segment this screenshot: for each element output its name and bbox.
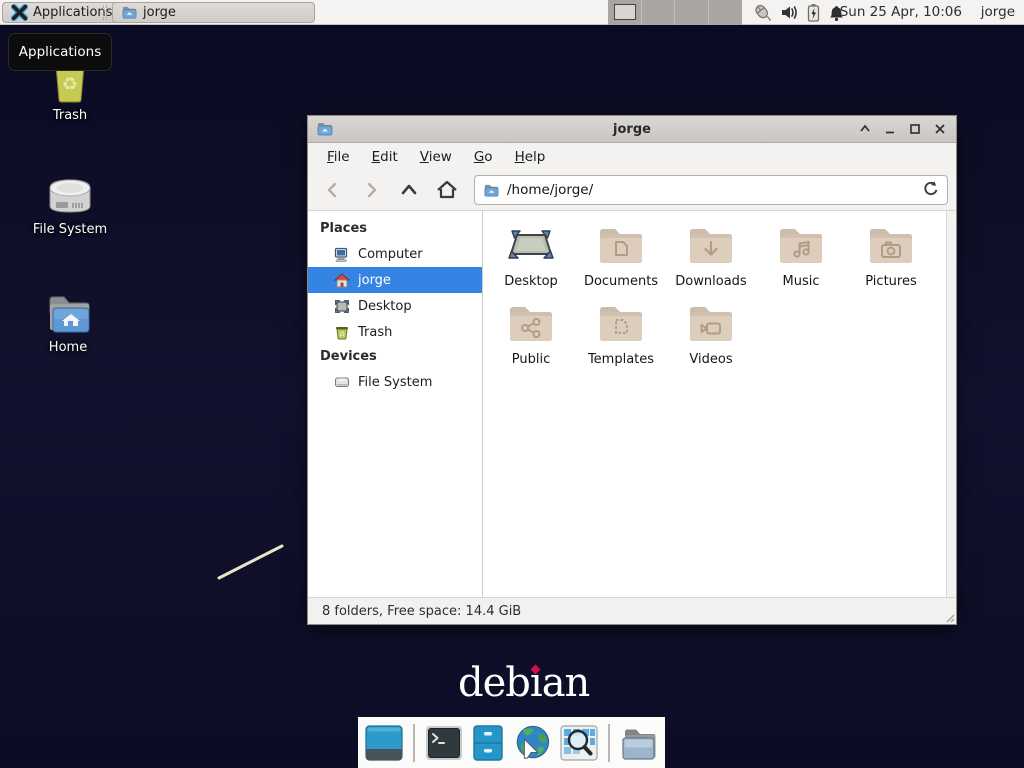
harddrive-icon xyxy=(22,174,118,218)
desktop-icon-file-system[interactable]: File System xyxy=(22,174,118,237)
statusbar-text: 8 folders, Free space: 14.4 GiB xyxy=(322,604,521,619)
desktop-folder-icon xyxy=(507,225,555,265)
home-button[interactable] xyxy=(430,175,464,205)
menu-view[interactable]: View xyxy=(411,146,461,168)
file-pictures[interactable]: Pictures xyxy=(849,225,933,289)
vertical-scrollbar[interactable] xyxy=(946,211,956,597)
file-icon-view[interactable]: Desktop Documents xyxy=(483,211,956,597)
folder-icon xyxy=(121,5,138,20)
workspace-switcher xyxy=(608,0,742,25)
file-manager-window: jorge File Edit View Go Help xyxy=(307,115,957,625)
path-input[interactable]: /home/jorge/ xyxy=(507,182,915,198)
desktop-place-icon xyxy=(334,299,350,314)
show-desktop-icon[interactable] xyxy=(364,723,404,763)
menu-help[interactable]: Help xyxy=(506,146,555,168)
taskbar-window-label: jorge xyxy=(143,5,176,20)
applications-menu-label: Applications xyxy=(33,5,112,20)
videos-folder-icon xyxy=(687,303,735,343)
home-folder-icon xyxy=(20,292,116,336)
templates-folder-icon xyxy=(597,303,645,343)
menubar: File Edit View Go Help xyxy=(308,143,956,170)
menu-edit[interactable]: Edit xyxy=(363,146,407,168)
directory-menu-icon[interactable] xyxy=(619,723,659,763)
file-videos[interactable]: Videos xyxy=(669,303,753,367)
svg-text:♻: ♻ xyxy=(62,74,78,95)
sidebar-places-header: Places xyxy=(308,217,482,241)
sidebar-devices-header: Devices xyxy=(308,345,482,369)
battery-charging-icon[interactable] xyxy=(807,3,820,22)
file-downloads[interactable]: Downloads xyxy=(669,225,753,289)
file-music[interactable]: Music xyxy=(759,225,843,289)
sidebar-item-jorge[interactable]: jorge xyxy=(308,267,482,293)
desktop-icon-home[interactable]: Home xyxy=(20,292,116,355)
sidebar-item-trash[interactable]: ♻ Trash xyxy=(308,319,482,345)
desktop-icon-label: Home xyxy=(20,340,116,355)
reload-button[interactable] xyxy=(922,180,939,201)
home-icon xyxy=(334,273,350,288)
computer-icon xyxy=(334,247,350,262)
system-tray xyxy=(752,0,845,25)
drive-icon xyxy=(334,375,350,389)
toolbar: /home/jorge/ xyxy=(308,170,956,211)
sidebar-item-desktop[interactable]: Desktop xyxy=(308,293,482,319)
up-button[interactable] xyxy=(392,175,426,205)
bottom-dock xyxy=(358,717,665,768)
trash-small-icon: ♻ xyxy=(334,325,350,340)
dock-separator xyxy=(413,724,415,762)
maximize-button[interactable] xyxy=(907,121,923,137)
path-folder-icon xyxy=(483,183,500,198)
music-folder-icon xyxy=(777,225,825,265)
mouse-icon[interactable] xyxy=(752,3,772,22)
panel-handle[interactable] xyxy=(103,5,107,20)
shade-button[interactable] xyxy=(857,121,873,137)
sidebar-item-file-system[interactable]: File System xyxy=(308,369,482,395)
titlebar[interactable]: jorge xyxy=(308,116,956,143)
file-desktop[interactable]: Desktop xyxy=(489,225,573,289)
back-button[interactable] xyxy=(316,175,350,205)
pictures-folder-icon xyxy=(867,225,915,265)
workspace-3[interactable] xyxy=(675,0,709,25)
close-button[interactable] xyxy=(932,121,948,137)
panel-username: jorge xyxy=(981,0,1015,25)
web-browser-icon[interactable] xyxy=(512,723,552,763)
forward-button[interactable] xyxy=(354,175,388,205)
stray-line-artifact xyxy=(210,538,292,586)
debian-logo: debıan xyxy=(458,660,589,706)
xfce-applications-icon xyxy=(11,4,28,21)
panel-clock[interactable]: Sun 25 Apr, 10:06 xyxy=(840,0,962,25)
applications-tooltip: Applications xyxy=(8,33,112,71)
file-templates[interactable]: Templates xyxy=(579,303,663,367)
sidebar-item-computer[interactable]: Computer xyxy=(308,241,482,267)
file-documents[interactable]: Documents xyxy=(579,225,663,289)
volume-icon[interactable] xyxy=(780,4,799,21)
documents-folder-icon xyxy=(597,225,645,265)
workspace-4[interactable] xyxy=(709,0,743,25)
minimize-button[interactable] xyxy=(882,121,898,137)
top-panel: Applications jorge xyxy=(0,0,1024,25)
resize-grip[interactable] xyxy=(943,611,955,623)
workspace-1[interactable] xyxy=(608,0,642,25)
menu-file[interactable]: File xyxy=(318,146,359,168)
file-manager-icon[interactable] xyxy=(471,723,506,763)
path-bar[interactable]: /home/jorge/ xyxy=(474,175,948,205)
statusbar: 8 folders, Free space: 14.4 GiB xyxy=(308,597,956,624)
app-finder-icon[interactable] xyxy=(559,723,599,763)
menu-go[interactable]: Go xyxy=(465,146,502,168)
file-public[interactable]: Public xyxy=(489,303,573,367)
taskbar-window-button[interactable]: jorge xyxy=(112,2,315,23)
sidebar: Places Computer jorge xyxy=(308,211,483,597)
downloads-folder-icon xyxy=(687,225,735,265)
desktop-icon-label: File System xyxy=(22,222,118,237)
desktop-icon-label: Trash xyxy=(22,108,118,123)
svg-text:♻: ♻ xyxy=(339,330,345,338)
dock-separator xyxy=(608,724,610,762)
workspace-2[interactable] xyxy=(642,0,676,25)
public-folder-icon xyxy=(507,303,555,343)
workspace-window-miniature xyxy=(614,4,636,20)
terminal-icon[interactable] xyxy=(424,723,464,763)
